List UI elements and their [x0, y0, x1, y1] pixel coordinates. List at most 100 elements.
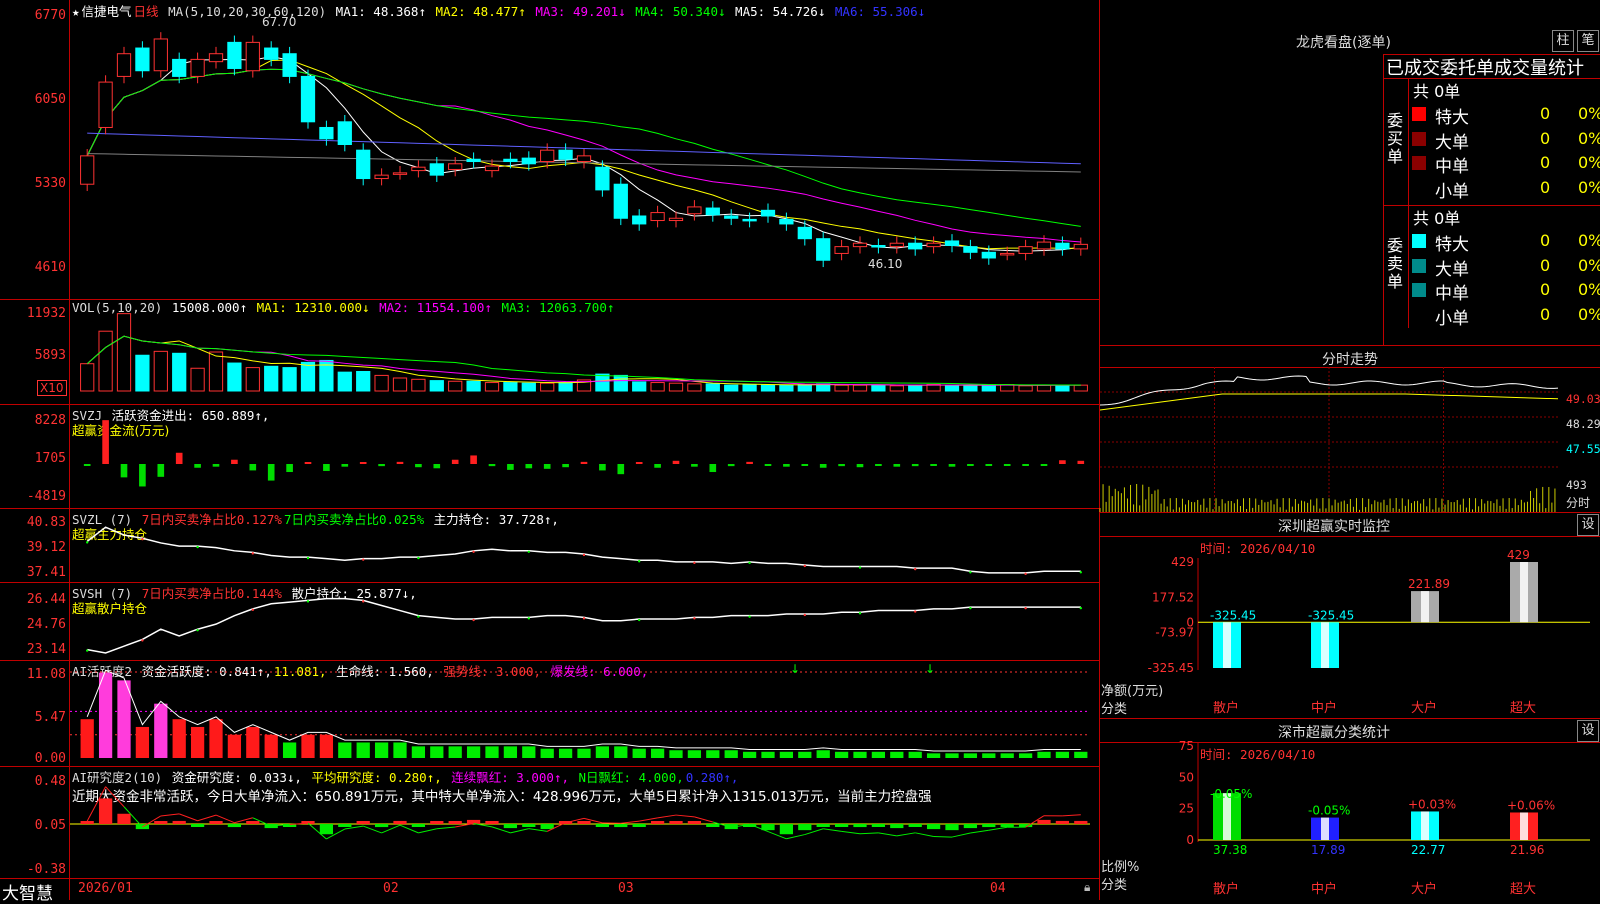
- tick-mode-button[interactable]: 笔: [1577, 30, 1599, 52]
- research-line: [198, 815, 216, 821]
- bar-label: +0.03%: [1408, 797, 1456, 811]
- buy-row-name: 特大: [1435, 103, 1469, 128]
- activity-bar: [1074, 752, 1087, 758]
- volume-bar: [246, 368, 259, 391]
- fund-flow-bar: [765, 464, 772, 466]
- research-line: [179, 814, 197, 821]
- svzl-pane[interactable]: SVZL (7) 7日内买卖净占比0.127%7日内买卖净占比0.025% 主力…: [0, 508, 1100, 583]
- y-tick: 50: [1179, 770, 1194, 784]
- y-tick: 25: [1179, 802, 1194, 816]
- volume-bar: [173, 353, 186, 391]
- candle: [246, 42, 259, 70]
- research-bar: [504, 824, 517, 828]
- activity-bar: [99, 673, 112, 758]
- candle: [982, 252, 995, 258]
- buy-swatch: [1412, 107, 1426, 121]
- retail-holding-line-dot: [748, 615, 750, 617]
- x-label: 03: [618, 881, 634, 896]
- volume-bar: [853, 385, 866, 391]
- fund-flow-bar: [489, 464, 496, 466]
- lock-icon[interactable]: 🔒︎: [1084, 880, 1090, 895]
- candle: [835, 247, 848, 254]
- category-bar-highlight: [1321, 818, 1329, 840]
- volume-pane[interactable]: VOL(5,10,20) 15008.000↑ MA1: 12310.000↓ …: [0, 299, 1100, 405]
- research-bar: [522, 824, 535, 827]
- brand-logo: 大智慧: [2, 879, 53, 904]
- intraday-panel[interactable]: 分时走势 49.03 48.29 47.55 493 分时: [1100, 345, 1600, 513]
- research-line: [842, 831, 860, 833]
- volume-bar: [449, 381, 462, 391]
- ai-activity-pane[interactable]: AI活跃度2 资金活跃度: 0.841↑,11.081, 生命线: 1.560,…: [0, 660, 1100, 767]
- fund-flow-bar: [305, 462, 312, 464]
- sz-stats-panel: 深市超赢分类统计 设 时间: 2026/04/10 比例% 分类 7550250…: [1100, 718, 1600, 900]
- buy-orders-label: 委买单: [1387, 112, 1405, 166]
- research-bar: [577, 821, 590, 824]
- sell-row-name: 小单: [1435, 304, 1469, 329]
- research-bar: [633, 824, 646, 827]
- bar-label: +0.06%: [1507, 798, 1555, 812]
- svsh-chart[interactable]: [0, 582, 1100, 660]
- ai-research-pane[interactable]: AI研究度2(10) 资金研究度: 0.033↓, 平均研究度: 0.280↑,…: [0, 766, 1100, 879]
- candle: [945, 241, 958, 246]
- activity-bar: [1001, 753, 1014, 758]
- bar-label: 429: [1507, 548, 1530, 562]
- main-holding-line-dot: [252, 552, 254, 554]
- candle: [173, 59, 186, 76]
- activity-bar: [890, 752, 903, 758]
- candle: [725, 216, 738, 218]
- intraday-ytick: 47.55: [1566, 442, 1600, 456]
- bar-value: 22.77: [1411, 843, 1445, 857]
- fund-flow-bar: [323, 464, 330, 471]
- main-holding-line-dot: [1080, 571, 1082, 573]
- buy-row-value: 0: [1540, 178, 1550, 197]
- retail-holding-line-dot: [86, 649, 88, 651]
- intraday-vol-label: 分时: [1566, 494, 1590, 511]
- svzj-chart[interactable]: [0, 404, 1100, 508]
- kline-chart[interactable]: 67.7046.10: [0, 0, 1100, 299]
- research-line: [934, 837, 952, 838]
- fund-flow-bar: [415, 464, 422, 467]
- svzj-pane[interactable]: SVZJ 活跃资金进出: 650.889↑, 超赢资金流(万元) 8228 17…: [0, 404, 1100, 509]
- activity-bar: [614, 746, 627, 758]
- candle: [338, 122, 351, 145]
- research-bar: [835, 824, 848, 827]
- activity-bar: [541, 749, 554, 758]
- buy-row-name: 大单: [1435, 128, 1469, 153]
- activity-bar: [817, 750, 830, 758]
- main-holding-line-dot: [804, 565, 806, 567]
- candle: [853, 243, 866, 246]
- candle: [117, 54, 130, 77]
- ai-activity-chart[interactable]: ↓↓: [0, 660, 1100, 766]
- research-line: [989, 827, 1007, 830]
- activity-bar: [559, 749, 572, 758]
- research-bar: [467, 820, 480, 824]
- volume-bar: [228, 363, 241, 391]
- activity-bar: [945, 753, 958, 758]
- research-bar: [890, 824, 903, 828]
- intraday-chart[interactable]: [1100, 367, 1565, 512]
- candle: [761, 210, 774, 216]
- fund-flow-bar: [691, 464, 698, 467]
- volume-bar: [412, 379, 425, 391]
- activity-bar: [577, 749, 590, 758]
- bar-value: 21.96: [1510, 843, 1544, 857]
- main-holding-line-dot: [141, 538, 143, 540]
- bar-label: -0.05%: [1210, 787, 1252, 801]
- fund-flow-bar: [783, 464, 790, 467]
- research-bar: [945, 824, 958, 830]
- bar-mode-button[interactable]: 柱: [1552, 30, 1574, 52]
- volume-bar: [136, 355, 149, 391]
- kline-pane[interactable]: ★信捷电气日线 MA(5,10,20,30,60,120) MA1: 48.36…: [0, 0, 1100, 300]
- candle: [743, 219, 756, 221]
- volume-bar: [651, 383, 664, 391]
- fund-flow-bar: [176, 453, 183, 464]
- svsh-pane[interactable]: SVSH (7) 7日内买卖净占比0.144% 散户持仓: 25.877↓, 超…: [0, 582, 1100, 661]
- research-bar: [246, 821, 259, 824]
- ai-research-chart[interactable]: [0, 766, 1100, 878]
- sell-orders-label: 委卖单: [1387, 237, 1405, 291]
- research-bar: [927, 824, 940, 829]
- volume-chart[interactable]: [0, 299, 1100, 404]
- research-line: [363, 826, 381, 833]
- buy-swatch: [1412, 132, 1426, 146]
- svzl-chart[interactable]: [0, 508, 1100, 582]
